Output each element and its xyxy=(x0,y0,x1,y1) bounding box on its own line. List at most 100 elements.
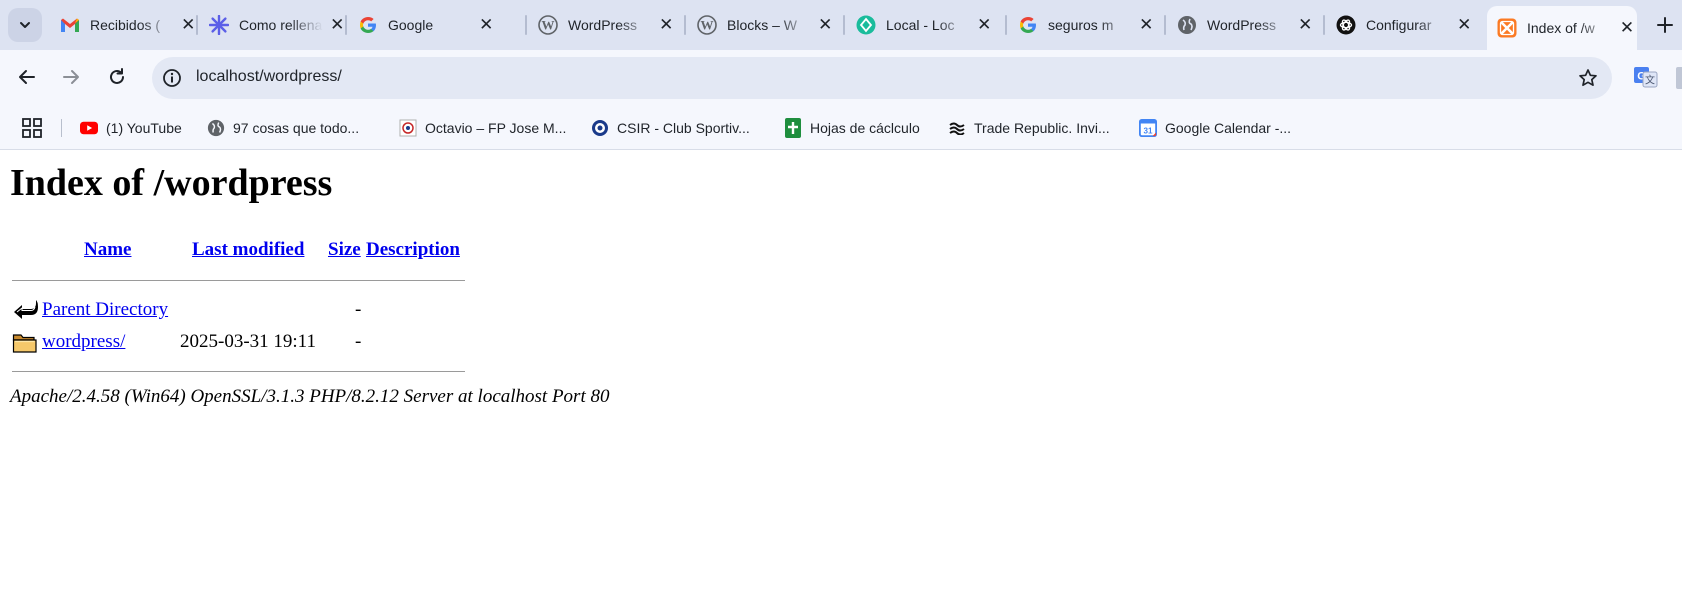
tab-separator xyxy=(843,15,845,35)
tab-separator xyxy=(525,15,527,35)
tab-title: WordPress xyxy=(1207,17,1276,33)
close-icon[interactable]: ✕ xyxy=(815,15,835,35)
column-header-size[interactable]: Size xyxy=(328,239,361,261)
size-cell: - xyxy=(355,299,362,320)
svg-text:文: 文 xyxy=(1645,74,1655,87)
tab-wordpress-1[interactable]: W WordPress ✕ xyxy=(528,6,676,44)
server-signature: Apache/2.4.58 (Win64) OpenSSL/3.1.3 PHP/… xyxy=(10,386,610,407)
openai-icon xyxy=(1336,15,1356,35)
local-icon xyxy=(856,15,876,35)
bookmark-hojas[interactable]: Hojas de cáclculo xyxy=(784,117,920,139)
svg-text:31: 31 xyxy=(1144,126,1153,135)
folder-icon xyxy=(12,334,37,353)
tab-title: Blocks – W xyxy=(727,17,798,33)
sparkle-icon xyxy=(209,15,229,35)
tab-local[interactable]: Local - Loc ✕ xyxy=(846,6,994,44)
tab-title: Google xyxy=(388,17,434,33)
tab-wordpress-2[interactable]: WordPress ✕ xyxy=(1167,6,1315,44)
bookmark-label: Hojas de cáclculo xyxy=(810,120,920,136)
svg-text:W: W xyxy=(701,18,714,33)
reload-icon xyxy=(110,68,124,84)
chevron-down-icon xyxy=(20,22,30,28)
close-icon[interactable]: ✕ xyxy=(656,15,676,35)
parent-directory-link[interactable]: Parent Directory xyxy=(42,299,168,321)
google-icon xyxy=(358,15,378,35)
column-header-last-modified[interactable]: Last modified xyxy=(192,239,304,261)
close-icon[interactable]: ✕ xyxy=(1295,15,1315,35)
close-icon[interactable]: ✕ xyxy=(1617,18,1637,38)
page-content: Index of /wordpress Name Last modified S… xyxy=(0,151,1682,605)
toolbar: localhost/wordpress/ G文 xyxy=(0,50,1682,106)
new-tab-button[interactable] xyxy=(1650,10,1680,40)
bookmark-label: Google Calendar -... xyxy=(1165,120,1292,136)
bookmark-csir[interactable]: CSIR - Club Sportiv... xyxy=(591,117,750,139)
close-icon[interactable]: ✕ xyxy=(1454,15,1474,35)
google-icon xyxy=(1018,15,1038,35)
bookmark-google-calendar[interactable]: 31 Google Calendar -... xyxy=(1139,117,1291,139)
forward-button[interactable] xyxy=(54,60,88,94)
tab-title: Como rellenar xyxy=(239,17,324,33)
tab-separator xyxy=(1005,15,1007,35)
tab-separator xyxy=(1164,15,1166,35)
reload-button[interactable] xyxy=(100,60,134,94)
bookmarks-bar: (1) YouTube 97 cosas que todo... Octavio… xyxy=(0,106,1682,150)
tab-seguros[interactable]: seguros m ✕ xyxy=(1008,6,1156,44)
bookmark-star-icon[interactable] xyxy=(1576,66,1600,90)
tab-gmail[interactable]: Recibidos ( ✕ xyxy=(50,6,198,44)
size-cell: - xyxy=(355,331,362,352)
tab-separator xyxy=(196,15,198,35)
column-header-name[interactable]: Name xyxy=(84,239,131,261)
wordpress-icon: W xyxy=(538,15,558,35)
address-bar[interactable]: localhost/wordpress/ xyxy=(152,57,1612,99)
xampp-icon xyxy=(1497,18,1517,38)
bookmark-trade-republic[interactable]: Trade Republic. Invi... xyxy=(948,117,1110,139)
sheets-icon xyxy=(784,118,802,138)
tab-search-button[interactable] xyxy=(8,8,42,42)
tab-strip: Recibidos ( ✕ Como rellenar ✕ Google ✕ W… xyxy=(0,0,1682,50)
calendar-icon: 31 xyxy=(1139,119,1157,137)
bookmarks-separator xyxy=(61,119,62,137)
info-icon[interactable] xyxy=(160,66,184,90)
arrow-right-icon xyxy=(63,70,79,84)
close-icon[interactable]: ✕ xyxy=(974,15,994,35)
bookmark-97-cosas[interactable]: 97 cosas que todo... xyxy=(207,117,359,139)
extension-icon[interactable] xyxy=(1676,67,1682,89)
close-icon[interactable]: ✕ xyxy=(476,15,496,35)
tab-blocks[interactable]: W Blocks – W ✕ xyxy=(687,6,835,44)
wordpress-folder-link[interactable]: wordpress/ xyxy=(42,331,125,353)
bookmark-youtube[interactable]: (1) YouTube xyxy=(80,117,182,139)
column-header-description[interactable]: Description xyxy=(366,239,460,261)
table-divider xyxy=(12,371,465,372)
wordpress-icon: W xyxy=(697,15,717,35)
translate-icon[interactable]: G文 xyxy=(1633,64,1659,90)
bookmark-octavio[interactable]: Octavio – FP Jose M... xyxy=(399,117,566,139)
tab-title: WordPress xyxy=(568,17,637,33)
bookmark-label: 97 cosas que todo... xyxy=(233,120,360,136)
tab-index-of-wordpress[interactable]: Index of /w ✕ xyxy=(1487,6,1637,50)
last-modified-cell: 2025-03-31 19:11 xyxy=(180,331,316,352)
tab-separator xyxy=(684,15,686,35)
globe-icon xyxy=(207,119,225,137)
tab-como-rellenar[interactable]: Como rellenar ✕ xyxy=(199,6,347,44)
school-icon xyxy=(399,119,417,137)
tab-title: Index of /w xyxy=(1527,20,1595,36)
tab-separator xyxy=(1323,15,1325,35)
bookmark-label: CSIR - Club Sportiv... xyxy=(617,120,750,136)
bookmark-label: Trade Republic. Invi... xyxy=(974,120,1110,136)
page-title: Index of /wordpress xyxy=(10,162,333,204)
trade-republic-icon xyxy=(948,119,966,137)
tab-separator xyxy=(345,15,347,35)
svg-text:W: W xyxy=(542,18,555,33)
close-icon[interactable]: ✕ xyxy=(1136,15,1156,35)
table-divider xyxy=(12,280,465,281)
tab-title: Local - Loc xyxy=(886,17,955,33)
back-arrow-icon xyxy=(14,300,38,319)
back-button[interactable] xyxy=(10,60,44,94)
club-icon xyxy=(591,119,609,137)
plus-icon xyxy=(1657,17,1673,33)
url-text[interactable]: localhost/wordpress/ xyxy=(196,68,342,86)
apps-grid-icon[interactable] xyxy=(20,116,44,140)
arrow-left-icon xyxy=(19,70,35,84)
tab-google[interactable]: Google ✕ xyxy=(348,6,496,44)
tab-configurar[interactable]: Configurar ✕ xyxy=(1326,6,1474,44)
